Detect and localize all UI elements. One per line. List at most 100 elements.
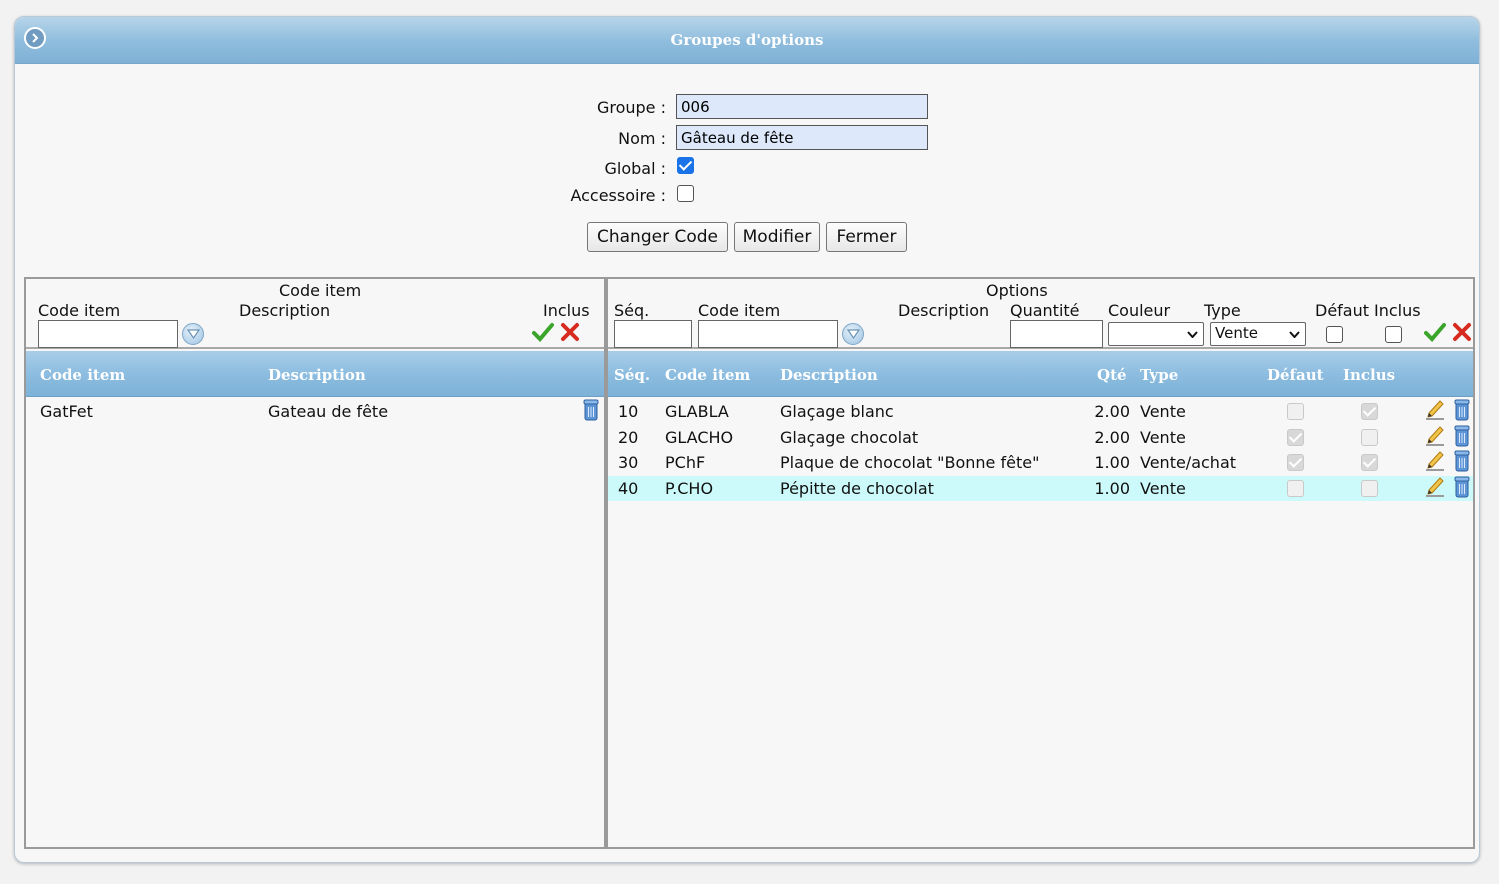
option-inclus-checkbox: [1361, 479, 1378, 497]
options-col-defaut[interactable]: Défaut: [1267, 366, 1324, 384]
nom-field[interactable]: [676, 125, 928, 150]
options-filter-quantite-input[interactable]: [1010, 320, 1103, 348]
close-button[interactable]: Fermer: [826, 222, 907, 252]
items-filter-code-input[interactable]: [38, 320, 178, 348]
option-type: Vente: [1140, 427, 1186, 447]
option-type: Vente/achat: [1140, 453, 1237, 472]
items-grid-header: Code item Description: [26, 351, 604, 397]
red-x-icon[interactable]: [1452, 322, 1472, 346]
dropdown-circle-icon[interactable]: [842, 323, 864, 345]
option-code: GLACHO: [665, 427, 734, 447]
items-filter-inclus-label: Inclus: [543, 301, 590, 320]
options-filter-couleur-label: Couleur: [1108, 301, 1171, 320]
options-col-description[interactable]: Description: [780, 366, 878, 384]
items-col-description[interactable]: Description: [268, 366, 366, 384]
option-type: Vente: [1140, 478, 1186, 498]
options-col-seq[interactable]: Séq.: [614, 366, 650, 384]
option-defaut-checkbox: [1287, 428, 1304, 446]
item-code: GatFet: [40, 402, 93, 421]
options-grid-header: Séq. Code item Description Qté Type Défa…: [608, 351, 1473, 397]
options-filter-seq-label: Séq.: [614, 301, 650, 320]
options-col-type[interactable]: Type: [1140, 366, 1178, 384]
dropdown-circle-icon[interactable]: [182, 323, 204, 345]
items-filter-description-label: Description: [239, 301, 331, 320]
nom-label: Nom :: [618, 129, 666, 148]
option-inclus-checkbox: [1361, 454, 1378, 471]
options-filter-type-label: Type: [1204, 301, 1241, 320]
table-row[interactable]: 40 P.CHO Pépitte de chocolat 1.00 Vente: [608, 475, 1473, 502]
options-col-qte[interactable]: Qté: [1097, 366, 1127, 384]
options-filter-description-label: Description: [898, 301, 990, 320]
trash-can-icon[interactable]: [1454, 425, 1470, 451]
type-select-value: Vente: [1215, 324, 1258, 342]
table-row[interactable]: 10 GLABLA Glaçage blanc 2.00 Vente: [608, 399, 1473, 424]
option-description: Plaque de chocolat "Bonne fête": [780, 453, 1040, 472]
option-qte: 2.00: [1094, 402, 1130, 421]
item-description: Gateau de fête: [268, 402, 389, 421]
pencil-edit-icon[interactable]: [1425, 476, 1445, 502]
option-description: Glaçage chocolat: [780, 427, 919, 447]
change-code-button[interactable]: Changer Code: [587, 222, 728, 252]
items-filter-group-title: Code item: [279, 281, 362, 300]
items-filter-code-label: Code item: [38, 301, 121, 320]
trash-can-icon[interactable]: [1454, 399, 1470, 425]
options-filter-defaut-label: Défaut: [1315, 301, 1370, 320]
global-checkbox[interactable]: [677, 157, 694, 174]
window-title: Groupes d'options: [670, 31, 824, 49]
options-filter-couleur-select[interactable]: [1108, 322, 1204, 346]
option-seq: 30: [618, 453, 639, 472]
option-defaut-checkbox: [1287, 403, 1304, 420]
option-qte: 1.00: [1094, 478, 1130, 498]
options-filter-area: Options Séq. Code item Description Quant…: [608, 279, 1473, 349]
trash-can-icon[interactable]: [1454, 450, 1470, 476]
items-col-code[interactable]: Code item: [40, 366, 125, 384]
options-col-code[interactable]: Code item: [665, 366, 750, 384]
option-description: Glaçage blanc: [780, 402, 894, 421]
accessoire-label: Accessoire :: [570, 186, 666, 205]
option-type: Vente: [1140, 402, 1186, 421]
options-filter-inclus-label: Inclus: [1374, 301, 1421, 320]
items-filter-area: Code item Code item Description Inclus: [26, 279, 604, 349]
options-filter-quantite-label: Quantité: [1010, 301, 1080, 320]
options-filter-code-label: Code item: [698, 301, 781, 320]
window-titlebar: Groupes d'options: [15, 17, 1479, 64]
groupe-field[interactable]: [676, 94, 928, 119]
chevron-down-icon: [1289, 331, 1300, 338]
option-defaut-checkbox: [1287, 454, 1304, 471]
option-description: Pépitte de chocolat: [780, 478, 934, 498]
option-code: P.CHO: [665, 478, 714, 498]
pencil-edit-icon[interactable]: [1425, 450, 1445, 476]
option-seq: 40: [618, 478, 639, 498]
table-row[interactable]: GatFet Gateau de fête: [26, 399, 604, 424]
trash-can-icon[interactable]: [583, 399, 599, 425]
option-code: PChF: [665, 453, 706, 472]
pencil-edit-icon[interactable]: [1425, 399, 1445, 425]
chevron-down-icon: [1187, 331, 1198, 338]
options-panel: Options Séq. Code item Description Quant…: [606, 277, 1475, 849]
pencil-edit-icon[interactable]: [1425, 425, 1445, 451]
option-inclus-checkbox: [1361, 428, 1378, 446]
green-check-icon[interactable]: [1424, 322, 1446, 346]
options-filter-type-select[interactable]: Vente: [1210, 322, 1306, 346]
red-x-icon[interactable]: [560, 322, 580, 346]
option-qte: 1.00: [1094, 453, 1130, 472]
items-panel: Code item Code item Description Inclus C…: [24, 277, 606, 849]
options-group-window: Groupes d'options Groupe : Nom : Global …: [14, 16, 1480, 863]
options-col-inclus[interactable]: Inclus: [1343, 366, 1395, 384]
modify-button[interactable]: Modifier: [734, 222, 820, 252]
table-row[interactable]: 30 PChF Plaque de chocolat "Bonne fête" 1.0…: [608, 450, 1473, 475]
option-seq: 10: [618, 402, 639, 421]
options-filter-group-title: Options: [986, 281, 1048, 300]
option-seq: 20: [618, 427, 639, 447]
table-row[interactable]: 20 GLACHO Glaçage chocolat 2.00 Vente: [608, 425, 1473, 450]
option-inclus-checkbox: [1361, 403, 1378, 420]
options-filter-defaut-checkbox[interactable]: [1326, 326, 1343, 343]
options-filter-seq-input[interactable]: [614, 320, 692, 348]
accessoire-checkbox[interactable]: [677, 185, 694, 202]
groupe-label: Groupe :: [596, 98, 666, 117]
option-defaut-checkbox: [1287, 479, 1304, 497]
green-check-icon[interactable]: [532, 322, 554, 346]
options-filter-code-input[interactable]: [698, 320, 838, 348]
trash-can-icon[interactable]: [1454, 476, 1470, 502]
options-filter-inclus-checkbox[interactable]: [1385, 326, 1402, 343]
